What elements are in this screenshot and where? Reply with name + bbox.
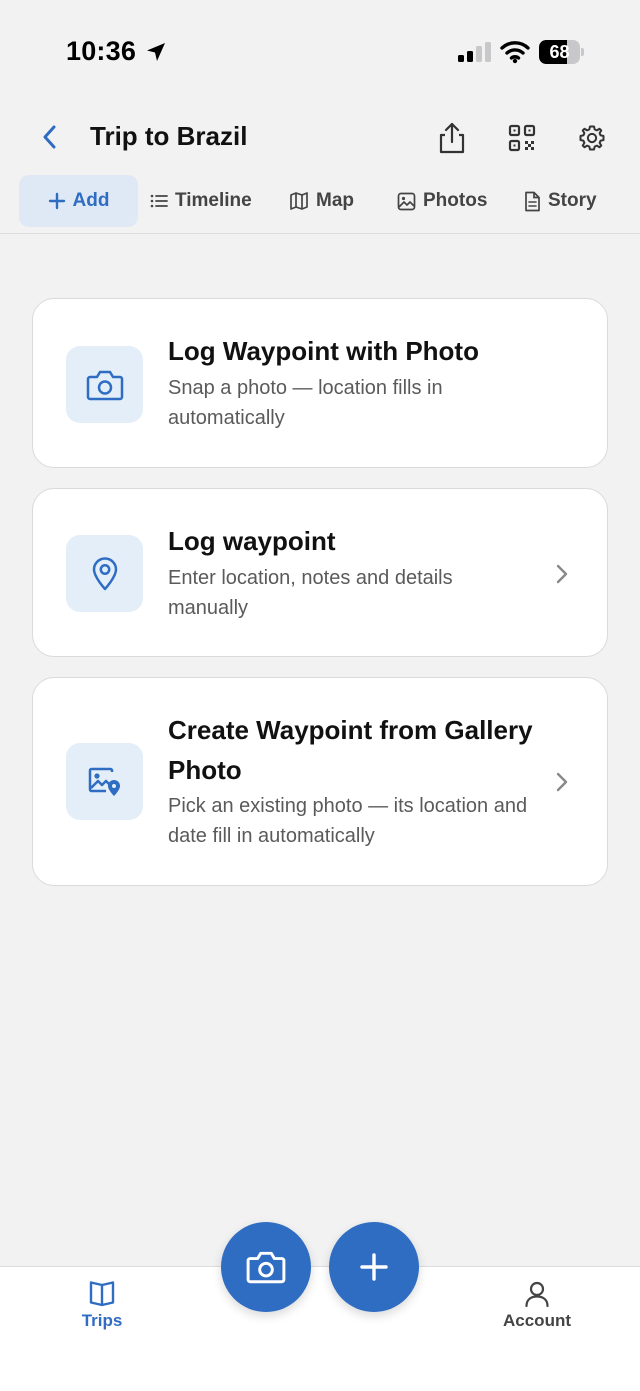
document-icon: [525, 191, 540, 211]
card-title: Log Waypoint with Photo: [168, 336, 479, 366]
page-title: Trip to Brazil: [90, 121, 248, 151]
log-waypoint-card[interactable]: Log waypoint Enter location, notes and d…: [32, 488, 608, 657]
qr-code-button[interactable]: [502, 118, 542, 158]
create-waypoint-from-gallery-card[interactable]: Create Waypoint from Gallery Photo Pick …: [32, 677, 608, 886]
tab-map[interactable]: Map: [289, 175, 354, 227]
person-icon: [525, 1281, 549, 1307]
trips-book-icon: [89, 1281, 115, 1307]
gallery-location-icon: [88, 767, 120, 796]
map-pin-icon: [92, 556, 117, 590]
back-button[interactable]: [34, 120, 64, 154]
tab-timeline-label: Timeline: [175, 190, 252, 211]
plus-icon: [48, 192, 65, 210]
battery-indicator: 68: [539, 40, 585, 64]
add-fab-button[interactable]: [329, 1222, 419, 1312]
qr-code-icon: [508, 124, 536, 152]
chevron-right-icon: [556, 772, 568, 792]
chevron-right-icon: [556, 564, 568, 584]
card-title: Create Waypoint from Gallery Photo: [168, 715, 533, 785]
camera-icon: [86, 370, 123, 400]
bottom-navigation: Trips Account: [0, 1266, 640, 1391]
card-description: Pick an existing photo — its location an…: [168, 795, 528, 847]
gear-icon: [579, 125, 605, 151]
card-icon-tile: [66, 535, 143, 612]
map-icon: [290, 192, 308, 210]
tab-story-label: Story: [548, 190, 597, 211]
tab-add-label: Add: [72, 190, 110, 211]
tab-bar: Add Timeline Map Photos Story: [0, 175, 640, 227]
status-bar: 10:36 68: [0, 32, 640, 72]
card-title: Log waypoint: [168, 526, 336, 556]
camera-fab-button[interactable]: [221, 1222, 311, 1312]
wifi-icon: [500, 41, 530, 64]
list-icon: [150, 194, 168, 208]
card-description: Snap a photo — location fills in automat…: [168, 377, 443, 429]
tab-map-label: Map: [316, 190, 354, 211]
camera-icon: [246, 1251, 286, 1284]
card-icon-tile: [66, 743, 143, 820]
card-description: Enter location, notes and details manual…: [168, 567, 453, 619]
image-icon: [397, 192, 416, 210]
tab-add[interactable]: Add: [19, 175, 138, 227]
battery-level: 68: [549, 42, 570, 62]
share-icon: [439, 122, 465, 154]
share-button[interactable]: [432, 118, 472, 158]
tab-photos[interactable]: Photos: [397, 175, 487, 227]
nav-account[interactable]: Account: [482, 1281, 592, 1341]
top-bar: 10:36 68 Trip to Brazil Add Timeline Map…: [0, 0, 640, 234]
nav-trips[interactable]: Trips: [47, 1281, 157, 1341]
tab-photos-label: Photos: [423, 190, 488, 211]
tab-story[interactable]: Story: [523, 175, 597, 227]
nav-account-label: Account: [503, 1311, 571, 1330]
chevron-left-icon: [43, 125, 56, 149]
card-icon-tile: [66, 346, 143, 423]
plus-icon: [360, 1253, 388, 1281]
cellular-signal-icon: [458, 42, 491, 62]
tab-timeline[interactable]: Timeline: [150, 175, 252, 227]
status-time: 10:36: [66, 36, 137, 66]
nav-trips-label: Trips: [81, 1311, 123, 1330]
settings-button[interactable]: [572, 118, 612, 158]
location-arrow-icon: [147, 43, 165, 61]
header: Trip to Brazil: [0, 112, 640, 162]
log-waypoint-with-photo-card[interactable]: Log Waypoint with Photo Snap a photo — l…: [32, 298, 608, 468]
